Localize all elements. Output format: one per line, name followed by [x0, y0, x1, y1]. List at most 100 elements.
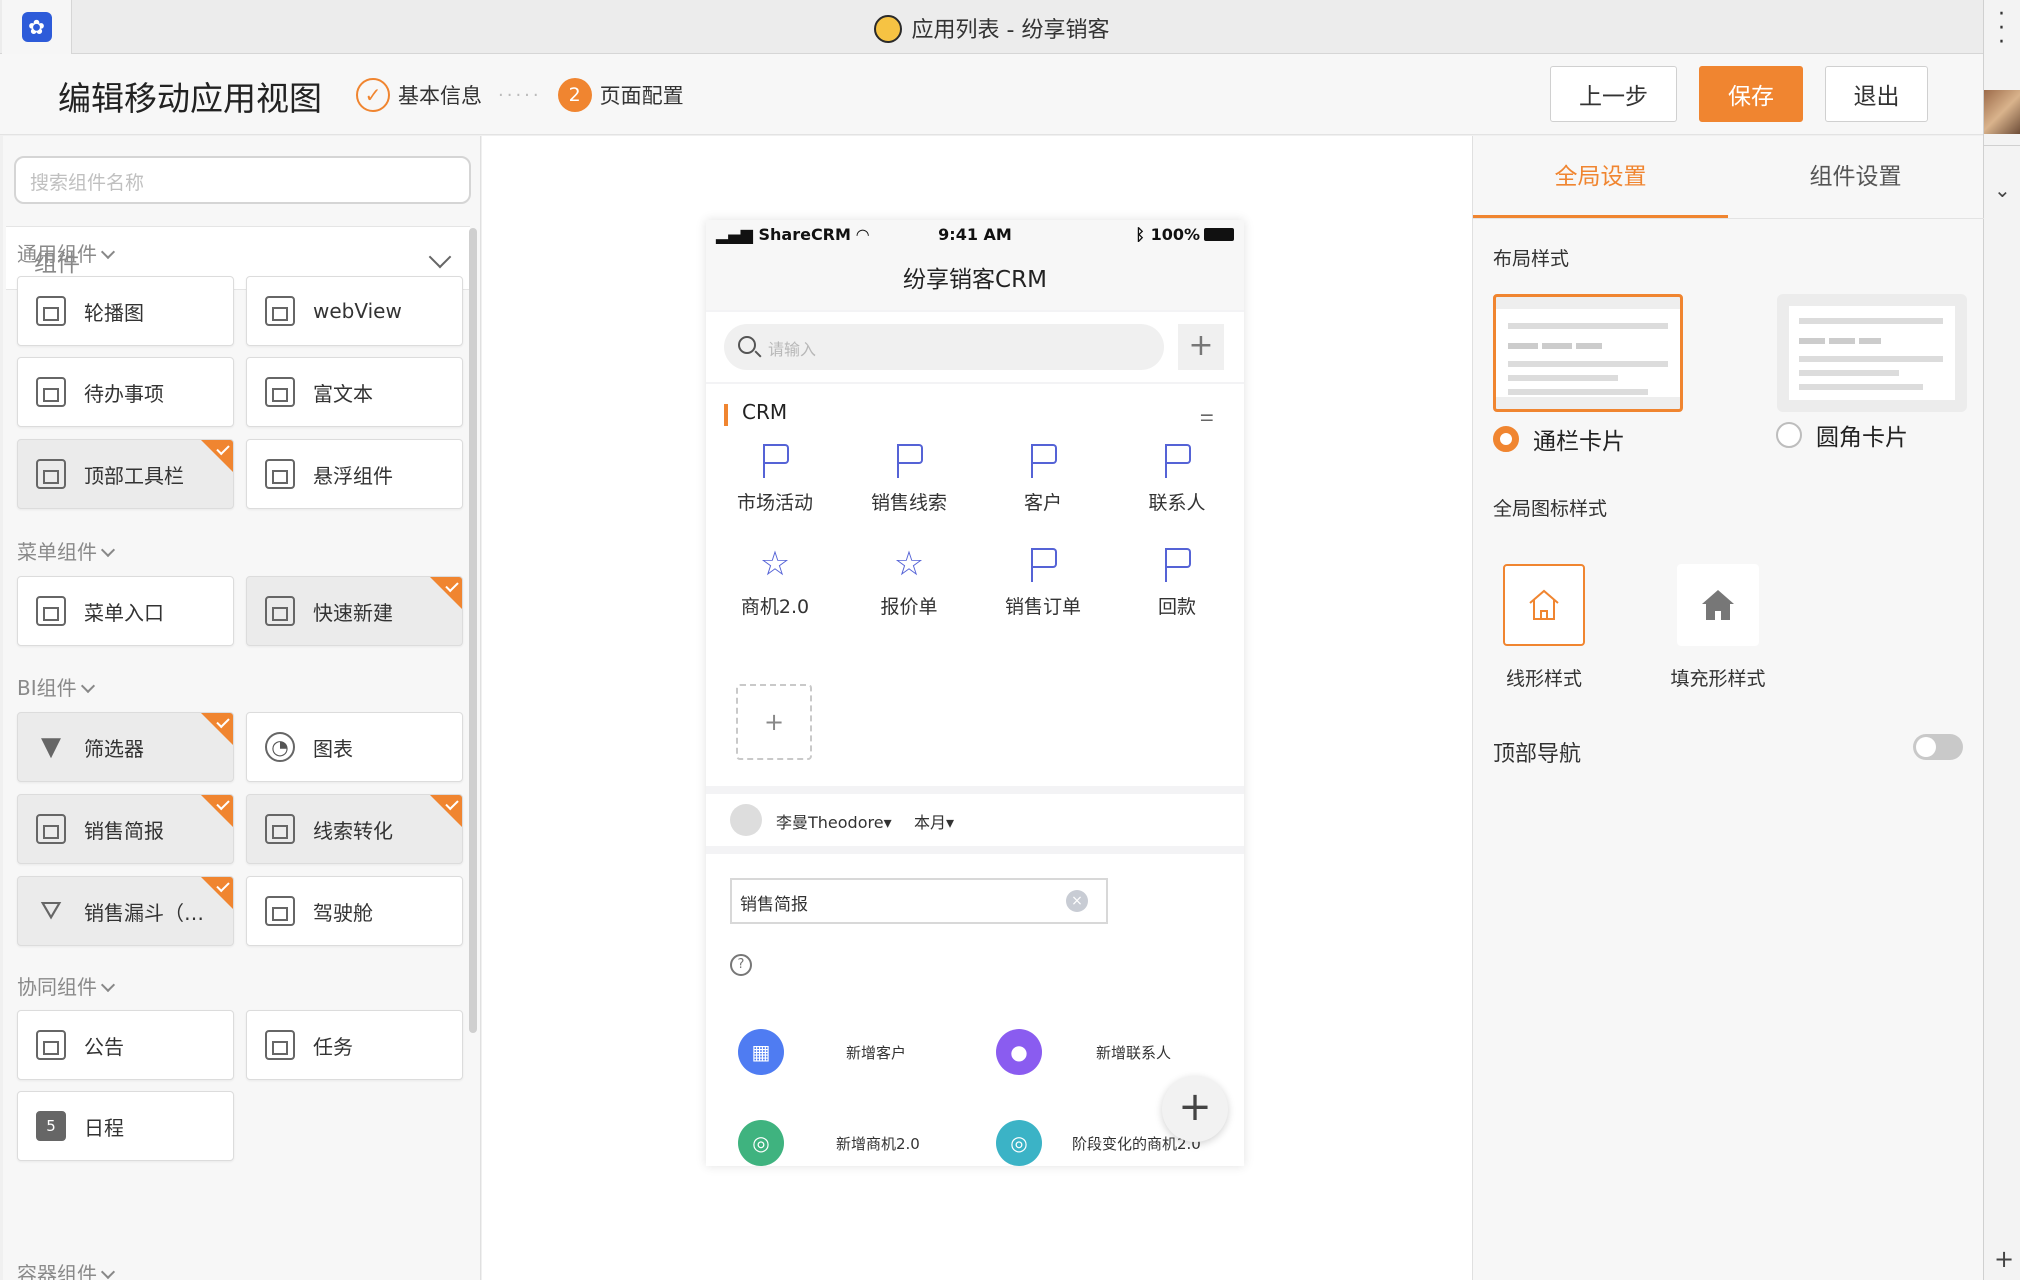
added-check-icon [201, 877, 233, 909]
component-icon [265, 814, 295, 844]
group-collab[interactable]: 协同组件 [17, 971, 116, 1000]
component-chart[interactable]: ◔ 图表 [246, 712, 463, 782]
preview-line [1829, 338, 1855, 344]
fill-style-option[interactable] [1677, 564, 1759, 646]
group-container[interactable]: 容器组件 [17, 1258, 116, 1280]
card-preview [1496, 309, 1680, 397]
calendar-icon: 5 [36, 1111, 66, 1141]
user-dropdown[interactable]: 李曼Theodore▾ [776, 809, 892, 833]
preview-line [1799, 356, 1943, 362]
chevron-down-icon [100, 1264, 116, 1280]
step-basic-info[interactable]: 基本信息 [398, 80, 482, 110]
preview-line [1799, 384, 1923, 390]
crm-item[interactable]: 联系人 [1110, 442, 1244, 515]
prev-step-button[interactable]: 上一步 [1550, 66, 1677, 122]
crm-item[interactable]: 客户 [976, 442, 1110, 515]
icon-style-title: 全局图标样式 [1493, 498, 1608, 520]
group-bi[interactable]: BI组件 [17, 672, 95, 701]
settings-sliders-icon[interactable]: ⚌ [1200, 406, 1214, 425]
tabs-divider [1473, 218, 1984, 219]
add-icon[interactable]: + [1994, 1245, 2014, 1273]
crm-item[interactable]: ☆ 商机2.0 [708, 546, 842, 619]
tab-component-settings[interactable]: 组件设置 [1728, 136, 1983, 218]
chevron-down-icon[interactable]: ⌄ [1994, 178, 2011, 202]
component-notice[interactable]: 公告 [17, 1010, 234, 1080]
component-search-input[interactable]: 搜索组件名称 [14, 156, 471, 204]
component-webview[interactable]: webView [246, 276, 463, 346]
chevron-down-icon [100, 977, 116, 993]
crm-item[interactable]: 销售线索 [842, 442, 976, 515]
line-style-label: 线形样式 [1505, 668, 1582, 690]
component-panel: 搜索组件名称 组件 通用组件 轮播图 webView 待办事项 富文本 顶部工具… [3, 136, 481, 1280]
crm-item[interactable]: 市场活动 [708, 442, 842, 515]
phone-search-row: 请输入 + [706, 312, 1244, 382]
thumbnail-image[interactable] [1984, 90, 2020, 134]
exit-button[interactable]: 退出 [1825, 66, 1928, 122]
clear-icon[interactable]: × [1066, 890, 1088, 912]
phone-add-button[interactable]: + [1178, 324, 1224, 370]
more-icon[interactable]: · · · [1998, 4, 2005, 54]
component-quick-new[interactable]: 快速新建 [246, 576, 463, 646]
preview-line [1508, 343, 1538, 349]
component-icon [265, 377, 295, 407]
floating-add-button[interactable]: + [1162, 1076, 1228, 1142]
component-sales-brief[interactable]: 销售简报 [17, 794, 234, 864]
component-cockpit[interactable]: 驾驶舱 [246, 876, 463, 946]
component-carousel[interactable]: 轮播图 [17, 276, 234, 346]
chevron-down-icon [100, 542, 116, 558]
step-number: 2 [557, 78, 592, 112]
period-dropdown[interactable]: 本月▾ [914, 809, 954, 833]
component-lead-conversion[interactable]: 线索转化 [246, 794, 463, 864]
add-menu-tile[interactable]: + [736, 684, 812, 760]
step-indicator: ✓ 基本信息 ····· 2 页面配置 [356, 78, 684, 112]
component-icon [265, 459, 295, 489]
step-connector: ····· [498, 84, 542, 106]
side-strip: · · · ⌄ + [1983, 0, 2020, 1280]
search-icon [738, 336, 756, 354]
component-top-toolbar[interactable]: 顶部工具栏 [17, 439, 234, 509]
component-todo[interactable]: 待办事项 [17, 357, 234, 427]
group-general[interactable]: 通用组件 [17, 238, 116, 267]
report-tag[interactable]: 销售简报 × [730, 878, 1108, 924]
layout-full-radio[interactable]: 通栏卡片 [1493, 422, 1625, 456]
layout-full-card-preview[interactable] [1493, 294, 1683, 412]
added-check-icon [201, 795, 233, 827]
scrollbar[interactable] [469, 228, 477, 1033]
help-icon[interactable]: ? [730, 954, 752, 976]
crm-item[interactable]: 回款 [1110, 546, 1244, 619]
section-accent-bar [724, 404, 728, 426]
page-title: 编辑移动应用视图 [58, 79, 322, 118]
group-menu[interactable]: 菜单组件 [17, 536, 116, 565]
chevron-down-icon [80, 678, 95, 694]
component-schedule[interactable]: 5 日程 [17, 1091, 234, 1161]
crm-item[interactable]: ☆ 报价单 [842, 546, 976, 619]
component-task[interactable]: 任务 [246, 1010, 463, 1080]
component-floating[interactable]: 悬浮组件 [246, 439, 463, 509]
component-filter[interactable]: ▼ 筛选器 [17, 712, 234, 782]
layout-rounded-card-preview[interactable] [1777, 294, 1967, 412]
tab-global-settings[interactable]: 全局设置 [1473, 136, 1728, 218]
component-icon [265, 296, 295, 326]
component-richtext[interactable]: 富文本 [246, 357, 463, 427]
save-button[interactable]: 保存 [1699, 66, 1803, 122]
star-icon: ☆ [893, 544, 925, 584]
crm-section[interactable]: CRM ⚌ 市场活动 销售线索 客户 联系人 ☆ 商机2.0 ☆ 报价单 销售订单 … [706, 384, 1244, 786]
layout-style-title: 布局样式 [1493, 248, 1570, 270]
component-sales-funnel[interactable]: ⛛ 销售漏斗（… [17, 876, 234, 946]
funnel-icon: ▼ [41, 732, 61, 762]
component-menu-entry[interactable]: 菜单入口 [17, 576, 234, 646]
line-style-option[interactable] [1503, 564, 1585, 646]
top-nav-toggle[interactable] [1913, 734, 1963, 760]
window-title-bar: ✿ 应用列表 - 纷享销客 [0, 0, 1983, 54]
phone-search-input[interactable]: 请输入 [724, 324, 1164, 370]
phone-app-title: 纷享销客CRM [706, 250, 1244, 310]
component-icon [265, 896, 295, 926]
layout-rounded-radio[interactable]: 圆角卡片 [1776, 418, 1908, 452]
battery-label: ᛒ 100% [1135, 225, 1200, 244]
added-check-icon [430, 795, 462, 827]
component-icon [36, 596, 66, 626]
preview-line [1799, 338, 1825, 344]
crm-item[interactable]: 销售订单 [976, 546, 1110, 619]
preview-line [1508, 361, 1668, 367]
step-page-config[interactable]: 页面配置 [600, 80, 684, 110]
